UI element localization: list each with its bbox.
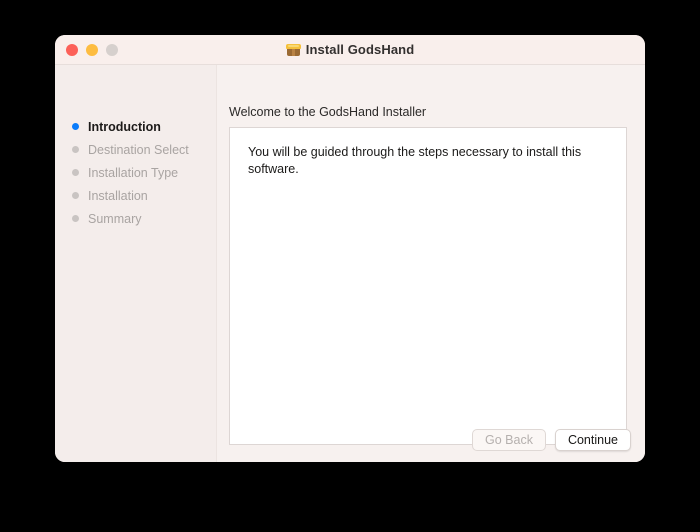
sidebar-item-label: Destination Select bbox=[88, 142, 189, 157]
go-back-button[interactable]: Go Back bbox=[472, 429, 546, 451]
footer-buttons: Go Back Continue bbox=[472, 429, 631, 451]
minimize-button[interactable] bbox=[86, 44, 98, 56]
sidebar-item-label: Installation Type bbox=[88, 165, 179, 180]
window-body: Introduction Destination Select Installa… bbox=[55, 65, 645, 462]
continue-button[interactable]: Continue bbox=[554, 429, 631, 451]
step-dot-icon bbox=[72, 215, 79, 222]
content-panel: You will be guided through the steps nec… bbox=[229, 127, 627, 445]
sidebar-item-installation-type: Installation Type bbox=[55, 161, 216, 184]
step-dot-icon bbox=[72, 192, 79, 199]
step-dot-icon bbox=[72, 169, 79, 176]
sidebar-item-label: Summary bbox=[88, 211, 142, 226]
sidebar-item-label: Installation bbox=[88, 188, 148, 203]
installer-window: Install GodsHand Introduction Destinatio… bbox=[55, 35, 645, 462]
title-bar[interactable]: Install GodsHand bbox=[55, 35, 645, 65]
step-dot-icon bbox=[72, 123, 79, 130]
content-body-text: You will be guided through the steps nec… bbox=[248, 145, 582, 176]
window-title-text: Install GodsHand bbox=[305, 42, 415, 57]
step-dot-icon bbox=[72, 146, 79, 153]
installer-steps-sidebar: Introduction Destination Select Installa… bbox=[55, 65, 217, 462]
sidebar-item-label: Introduction bbox=[88, 119, 161, 134]
sidebar-item-summary: Summary bbox=[55, 207, 216, 230]
traffic-lights bbox=[66, 44, 118, 56]
sidebar-item-destination-select: Destination Select bbox=[55, 138, 216, 161]
window-title: Install GodsHand bbox=[55, 35, 645, 64]
page-title: Welcome to the GodsHand Installer bbox=[229, 105, 427, 119]
sidebar-item-introduction: Introduction bbox=[55, 115, 216, 138]
zoom-button[interactable] bbox=[106, 44, 118, 56]
package-icon bbox=[285, 43, 301, 57]
sidebar-item-installation: Installation bbox=[55, 184, 216, 207]
main-pane: Welcome to the GodsHand Installer You wi… bbox=[217, 65, 645, 462]
close-button[interactable] bbox=[66, 44, 78, 56]
